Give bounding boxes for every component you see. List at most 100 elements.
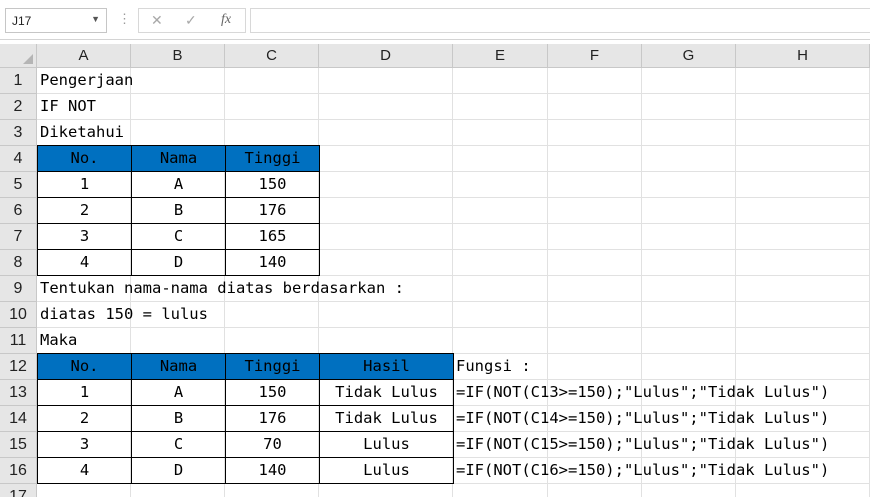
cell[interactable]: [736, 302, 870, 328]
cell[interactable]: [453, 68, 548, 94]
row-header-17[interactable]: 17: [0, 484, 37, 497]
cell[interactable]: [319, 328, 453, 354]
cell[interactable]: [319, 172, 453, 198]
cell[interactable]: [319, 120, 453, 146]
cell[interactable]: [131, 94, 225, 120]
cell[interactable]: [453, 484, 548, 497]
cell[interactable]: [642, 172, 736, 198]
cell[interactable]: [642, 484, 736, 497]
table2-header-3[interactable]: Hasil: [319, 353, 454, 380]
cell[interactable]: [642, 302, 736, 328]
table1-cell[interactable]: A: [131, 172, 226, 198]
cell[interactable]: [548, 172, 642, 198]
formula-input[interactable]: [250, 8, 870, 33]
cell[interactable]: [736, 68, 870, 94]
cell[interactable]: [319, 250, 453, 276]
cell[interactable]: [131, 120, 225, 146]
cell[interactable]: [736, 198, 870, 224]
cell[interactable]: [736, 172, 870, 198]
drag-handle-icon[interactable]: ⋮: [118, 11, 131, 27]
cell[interactable]: [642, 68, 736, 94]
cell[interactable]: [736, 146, 870, 172]
cell[interactable]: [453, 276, 548, 302]
table1-header-2[interactable]: Tinggi: [225, 145, 320, 172]
table2-cell[interactable]: 4: [37, 458, 132, 484]
table2-cell[interactable]: C: [131, 432, 226, 458]
column-header-b[interactable]: B: [131, 44, 225, 68]
cell[interactable]: [736, 120, 870, 146]
cell[interactable]: [548, 302, 642, 328]
cell[interactable]: [319, 484, 453, 497]
cell[interactable]: [548, 354, 642, 380]
row-header-16[interactable]: 16: [0, 458, 37, 484]
cell[interactable]: [736, 250, 870, 276]
cell[interactable]: [548, 198, 642, 224]
row-header-15[interactable]: 15: [0, 432, 37, 458]
chevron-down-icon[interactable]: ▼: [91, 14, 100, 24]
row-header-8[interactable]: 8: [0, 250, 37, 276]
cell[interactable]: [642, 328, 736, 354]
table2-cell[interactable]: Tidak Lulus: [319, 406, 454, 432]
cell[interactable]: [225, 94, 319, 120]
column-header-h[interactable]: H: [736, 44, 870, 68]
table2-cell[interactable]: 176: [225, 406, 320, 432]
cell[interactable]: [37, 484, 131, 497]
cell[interactable]: [453, 198, 548, 224]
column-header-e[interactable]: E: [453, 44, 548, 68]
row-header-2[interactable]: 2: [0, 94, 37, 120]
row-header-13[interactable]: 13: [0, 380, 37, 406]
row-header-14[interactable]: 14: [0, 406, 37, 432]
table2-cell[interactable]: 3: [37, 432, 132, 458]
enter-icon[interactable]: ✓: [185, 12, 197, 29]
cell[interactable]: [225, 68, 319, 94]
table1-cell[interactable]: 140: [225, 250, 320, 276]
cancel-icon[interactable]: ✕: [151, 12, 163, 29]
table1-cell[interactable]: B: [131, 198, 226, 224]
select-all-button[interactable]: [0, 44, 37, 68]
column-header-c[interactable]: C: [225, 44, 319, 68]
cell[interactable]: [453, 250, 548, 276]
table1-header-1[interactable]: Nama: [131, 145, 226, 172]
table2-cell[interactable]: Tidak Lulus: [319, 380, 454, 406]
table2-header-1[interactable]: Nama: [131, 353, 226, 380]
row-header-9[interactable]: 9: [0, 276, 37, 302]
table1-cell[interactable]: 2: [37, 198, 132, 224]
table1-cell[interactable]: 4: [37, 250, 132, 276]
table1-cell[interactable]: C: [131, 224, 226, 250]
cell[interactable]: [642, 354, 736, 380]
cell[interactable]: [319, 302, 453, 328]
cell[interactable]: [736, 484, 870, 497]
row-header-6[interactable]: 6: [0, 198, 37, 224]
table1-cell[interactable]: 3: [37, 224, 132, 250]
row-header-7[interactable]: 7: [0, 224, 37, 250]
cell[interactable]: [453, 94, 548, 120]
cell[interactable]: [642, 198, 736, 224]
row-header-5[interactable]: 5: [0, 172, 37, 198]
table2-cell[interactable]: 1: [37, 380, 132, 406]
cell[interactable]: [453, 120, 548, 146]
cell[interactable]: [548, 68, 642, 94]
cell[interactable]: [548, 94, 642, 120]
column-header-f[interactable]: F: [548, 44, 642, 68]
cell[interactable]: [131, 328, 225, 354]
cell[interactable]: [548, 146, 642, 172]
row-header-10[interactable]: 10: [0, 302, 37, 328]
row-header-1[interactable]: 1: [0, 68, 37, 94]
cell[interactable]: [548, 328, 642, 354]
cell[interactable]: [548, 224, 642, 250]
cell[interactable]: [736, 354, 870, 380]
cell[interactable]: [642, 276, 736, 302]
table2-cell[interactable]: Lulus: [319, 458, 454, 484]
cell[interactable]: [319, 198, 453, 224]
table2-cell[interactable]: 140: [225, 458, 320, 484]
cell[interactable]: [453, 172, 548, 198]
cell[interactable]: [225, 302, 319, 328]
table2-cell[interactable]: 150: [225, 380, 320, 406]
column-header-a[interactable]: A: [37, 44, 131, 68]
cell[interactable]: [642, 224, 736, 250]
name-box[interactable]: J17 ▼: [5, 8, 107, 33]
cell[interactable]: [225, 328, 319, 354]
table1-header-0[interactable]: No.: [37, 145, 132, 172]
cell[interactable]: [225, 484, 319, 497]
table1-cell[interactable]: 176: [225, 198, 320, 224]
